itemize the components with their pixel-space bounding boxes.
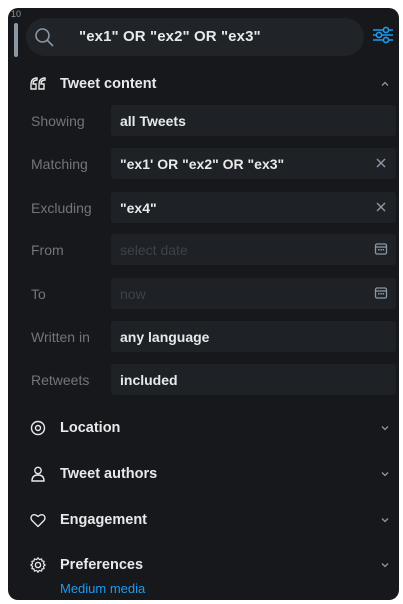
section-location[interactable]: Location (8, 408, 399, 448)
section-label: Engagement (60, 512, 148, 528)
excluding-input[interactable]: "ex4" (111, 192, 396, 223)
to-label: To (31, 286, 46, 302)
showing-select[interactable]: all Tweets (111, 105, 396, 136)
clear-matching-icon[interactable] (374, 156, 388, 170)
to-placeholder: now (120, 286, 146, 302)
matching-input[interactable]: "ex1' OR "ex2" OR "ex3" (111, 148, 396, 179)
filter-settings-icon[interactable] (371, 23, 395, 47)
language-select[interactable]: any language (111, 321, 396, 352)
chevron-down-icon[interactable] (380, 515, 390, 525)
chevron-down-icon[interactable] (380, 423, 390, 433)
chevron-up-icon[interactable] (380, 79, 390, 89)
calendar-icon[interactable] (374, 242, 388, 256)
preferences-summary: Medium media (60, 581, 146, 596)
person-icon (31, 466, 45, 482)
section-label: Location (60, 420, 121, 436)
showing-label: Showing (31, 113, 85, 129)
to-date-input[interactable]: now (111, 278, 396, 309)
section-tweet-content[interactable]: Tweet content (8, 64, 399, 104)
calendar-icon[interactable] (374, 286, 388, 300)
location-pin-icon (30, 420, 46, 436)
search-query[interactable]: "ex1" OR "ex2" OR "ex3" (79, 28, 261, 45)
clear-excluding-icon[interactable] (374, 200, 388, 214)
retweets-label: Retweets (31, 372, 90, 388)
section-label: Preferences (60, 557, 144, 573)
from-placeholder: select date (120, 242, 188, 258)
excluding-value[interactable]: "ex4" (120, 200, 157, 216)
matching-label: Matching (31, 156, 88, 172)
chevron-down-icon[interactable] (380, 469, 390, 479)
gear-icon (30, 557, 46, 573)
corner-number: 10 (11, 9, 22, 19)
heart-icon (30, 514, 46, 528)
retweets-select[interactable]: included (111, 364, 396, 395)
matching-value[interactable]: "ex1' OR "ex2" OR "ex3" (120, 156, 284, 172)
excluding-label: Excluding (31, 200, 92, 216)
chevron-down-icon[interactable] (380, 560, 390, 570)
section-label: Tweet content (60, 76, 157, 92)
advanced-search-panel: 10 "ex1" OR "ex2" OR "ex3" Tweet content… (8, 8, 399, 600)
from-date-input[interactable]: select date (111, 234, 396, 265)
language-value: any language (120, 329, 210, 345)
written-in-label: Written in (31, 329, 90, 345)
section-tweet-authors[interactable]: Tweet authors (8, 454, 399, 494)
section-preferences[interactable]: Preferences (8, 545, 399, 585)
search-bar[interactable]: "ex1" OR "ex2" OR "ex3" (26, 18, 364, 56)
quote-icon (30, 77, 46, 90)
from-label: From (31, 242, 64, 258)
section-engagement[interactable]: Engagement (8, 500, 399, 540)
section-label: Tweet authors (60, 466, 158, 482)
search-icon (35, 28, 54, 47)
panel-drag-handle[interactable] (14, 23, 18, 57)
retweets-value: included (120, 372, 178, 388)
showing-value: all Tweets (120, 113, 186, 129)
